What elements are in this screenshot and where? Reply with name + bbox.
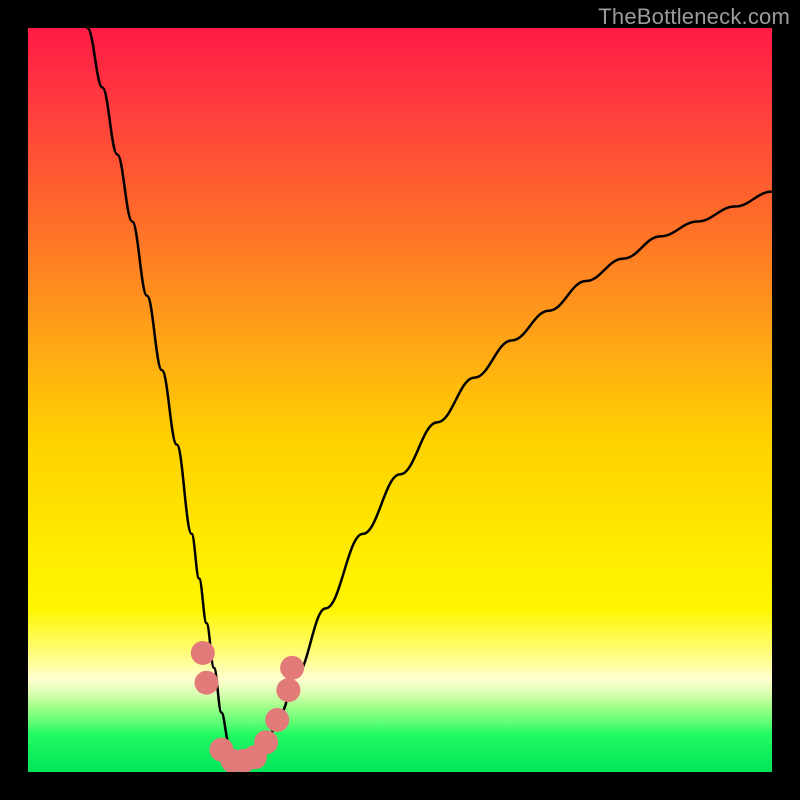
highlight-marker: [191, 641, 215, 665]
highlight-marker: [276, 678, 300, 702]
marker-group: [191, 641, 304, 772]
highlight-marker: [254, 730, 278, 754]
plot-area: [28, 28, 772, 772]
highlight-marker: [265, 708, 289, 732]
curve-right-branch: [236, 192, 772, 765]
chart-frame: TheBottleneck.com: [0, 0, 800, 800]
highlight-marker: [280, 656, 304, 680]
watermark-label: TheBottleneck.com: [598, 4, 790, 30]
curve-layer: [28, 28, 772, 772]
highlight-marker: [195, 671, 219, 695]
